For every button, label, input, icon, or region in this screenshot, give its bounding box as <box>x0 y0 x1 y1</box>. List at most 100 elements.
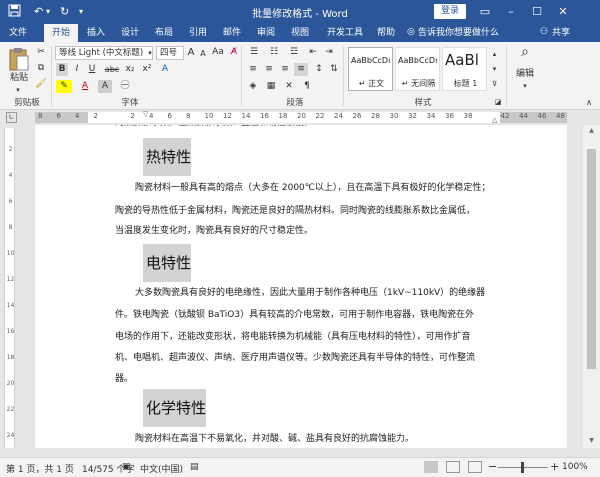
borders-icon[interactable]: ▦ <box>264 80 278 93</box>
superscript-button[interactable]: x² <box>140 63 154 76</box>
text-effects-icon[interactable]: A <box>158 63 172 76</box>
login-button[interactable]: 登录 <box>434 4 466 19</box>
paragraph-line: 陶瓷材料一般具有高的熔点（大多在 2000℃以上），且在高温下具有极好的化学稳定… <box>135 183 491 193</box>
vertical-scrollbar[interactable]: ▲ ▼ <box>583 125 600 448</box>
group-separator <box>343 46 344 106</box>
maximize-icon[interactable]: ☐ <box>526 2 548 22</box>
page-count[interactable]: 第 1 页，共 1 页 <box>6 462 74 475</box>
ruler-tick: 16 <box>6 328 15 335</box>
ruler-tick: 18 <box>6 354 15 361</box>
italic-button[interactable]: I <box>71 63 83 76</box>
subscript-button[interactable]: x₂ <box>123 63 137 76</box>
font-color-icon[interactable]: A <box>78 80 92 93</box>
character-shading-icon[interactable]: A <box>98 80 112 93</box>
scroll-up-icon[interactable]: ▲ <box>583 127 600 134</box>
tab-home[interactable]: 开始 <box>44 24 78 42</box>
tell-me-search[interactable]: 告诉我你想要做什么 <box>418 24 499 42</box>
decrease-indent-icon[interactable]: ⇤ <box>306 46 320 59</box>
chinese-layout-icon[interactable]: ✕ <box>282 80 296 93</box>
tab-selector-icon[interactable]: ∟ <box>6 112 17 123</box>
tab-design[interactable]: 设计 <box>116 24 144 42</box>
justify-icon[interactable]: ≡ <box>294 63 308 76</box>
grow-font-button[interactable]: A <box>186 46 196 59</box>
tab-mailings[interactable]: 邮件 <box>218 24 246 42</box>
close-icon[interactable]: ✕ <box>552 2 574 22</box>
read-mode-icon[interactable] <box>424 461 438 473</box>
bullets-icon[interactable]: ☰ <box>246 46 262 59</box>
styles-scroll-down-icon[interactable]: ▾ <box>490 63 499 76</box>
align-left-icon[interactable]: ≡ <box>246 63 260 76</box>
zoom-slider-thumb[interactable] <box>521 462 524 473</box>
style-name: ↵ 正文 <box>358 79 385 88</box>
minimize-icon[interactable]: – <box>500 2 522 22</box>
underline-button[interactable]: U <box>86 63 98 76</box>
font-name-dropdown-icon[interactable]: ▾ <box>146 47 154 60</box>
proofing-icon[interactable]: ▣ <box>122 462 131 472</box>
share-button[interactable]: 共享 <box>552 24 570 42</box>
styles-scroll-up-icon[interactable]: ▴ <box>490 48 499 61</box>
ruler-tick: 6 <box>8 198 13 205</box>
show-marks-icon[interactable]: ¶ <box>300 80 314 93</box>
group-separator <box>506 46 507 106</box>
increase-indent-icon[interactable]: ⇥ <box>322 46 336 59</box>
shrink-font-button[interactable]: A <box>198 47 208 60</box>
ruler-tick: 4 <box>8 172 13 179</box>
collapse-ribbon-icon[interactable]: ∧ <box>584 96 594 109</box>
tab-developer[interactable]: 开发工具 <box>324 24 366 42</box>
print-layout-icon[interactable] <box>446 461 460 473</box>
styles-dialog-launcher-icon[interactable]: ◪ <box>494 96 502 109</box>
ruler-tick: 42 <box>500 112 510 120</box>
language[interactable]: 中文(中国) <box>140 462 183 475</box>
highlight-icon[interactable]: ✎ <box>56 80 72 93</box>
tab-references[interactable]: 引用 <box>184 24 212 42</box>
right-indent-marker[interactable]: △ <box>492 116 497 124</box>
editing-dropdown-icon[interactable]: ▾ <box>518 80 532 93</box>
clear-formatting-icon[interactable]: A̸ <box>228 46 240 59</box>
multilevel-list-icon[interactable]: ☲ <box>286 46 302 59</box>
style-normal[interactable]: AaBbCcDı ↵ 正文 <box>348 47 393 91</box>
ruler-tick: 24 <box>6 432 15 439</box>
scroll-thumb[interactable] <box>587 149 596 369</box>
paste-icon[interactable] <box>8 46 30 72</box>
cut-icon[interactable]: ✂ <box>34 46 48 59</box>
align-center-icon[interactable]: ≡ <box>262 63 276 76</box>
style-no-spacing[interactable]: AaBbCcDı ↵ 无间隔 <box>395 47 440 91</box>
tab-insert[interactable]: 插入 <box>82 24 110 42</box>
ruler-tick: 24 <box>334 112 343 120</box>
font-size-select[interactable]: 四号 <box>156 46 184 60</box>
styles-more-icon[interactable]: ⊽ <box>490 78 499 91</box>
bold-button[interactable]: B <box>56 63 68 76</box>
ribbon-display-options-icon[interactable]: ▭ <box>474 2 496 22</box>
find-icon[interactable]: ⌕ <box>514 45 536 64</box>
vertical-ruler[interactable]: 2 4 6 8 10 12 14 16 18 20 22 24 <box>4 128 15 448</box>
web-layout-icon[interactable] <box>468 461 482 473</box>
change-case-button[interactable]: Aa <box>211 46 225 59</box>
align-right-icon[interactable]: ≡ <box>278 63 292 76</box>
tab-help[interactable]: 帮助 <box>372 24 400 42</box>
tab-file[interactable]: 文件 <box>4 24 32 42</box>
format-painter-icon[interactable]: 🖌 <box>34 78 48 91</box>
ruler-tick: 46 <box>537 112 547 120</box>
ruler-row: ∟ 8 6 4 2 2 4 6 8 10 12 14 16 18 20 22 24 26 28 30 32 34 36 38… <box>0 110 600 125</box>
first-line-indent-marker[interactable]: ▽ <box>143 110 148 118</box>
zoom-in-button[interactable]: + <box>550 460 559 473</box>
macro-record-icon[interactable]: ▤ <box>190 462 199 472</box>
enclose-characters-icon[interactable]: ㊀ <box>118 80 132 93</box>
tab-layout[interactable]: 布局 <box>150 24 178 42</box>
zoom-out-button[interactable]: − <box>488 460 497 473</box>
font-name-select[interactable]: 等线 Light (中文标题) <box>55 46 153 60</box>
copy-icon[interactable]: ⧉ <box>34 62 48 75</box>
style-heading-1[interactable]: AaBl 标题 1 <box>442 47 487 91</box>
document-page[interactable]: 的热膨胀系数，但热膨胀系数、塑性和韧性很低。 热特性 陶瓷材料一般具有高的熔点（… <box>35 125 567 448</box>
ribbon-home: 粘贴 ▾ ✂ ⧉ 🖌 剪贴板 等线 Light (中文标题) ▾ 四号 A A … <box>0 42 600 110</box>
tab-review[interactable]: 审阅 <box>252 24 280 42</box>
shading-icon[interactable]: ◈ <box>246 80 260 93</box>
tab-view[interactable]: 视图 <box>286 24 314 42</box>
line-spacing-icon[interactable]: ↕ <box>312 63 326 76</box>
sort-icon[interactable]: ⇅ <box>328 63 340 76</box>
heading-chemical: 化学特性 <box>143 389 207 427</box>
strikethrough-button[interactable]: abc <box>104 63 120 76</box>
zoom-level[interactable]: 100% <box>562 462 588 472</box>
scroll-down-icon[interactable]: ▼ <box>583 437 600 444</box>
numbering-icon[interactable]: ☷ <box>266 46 282 59</box>
